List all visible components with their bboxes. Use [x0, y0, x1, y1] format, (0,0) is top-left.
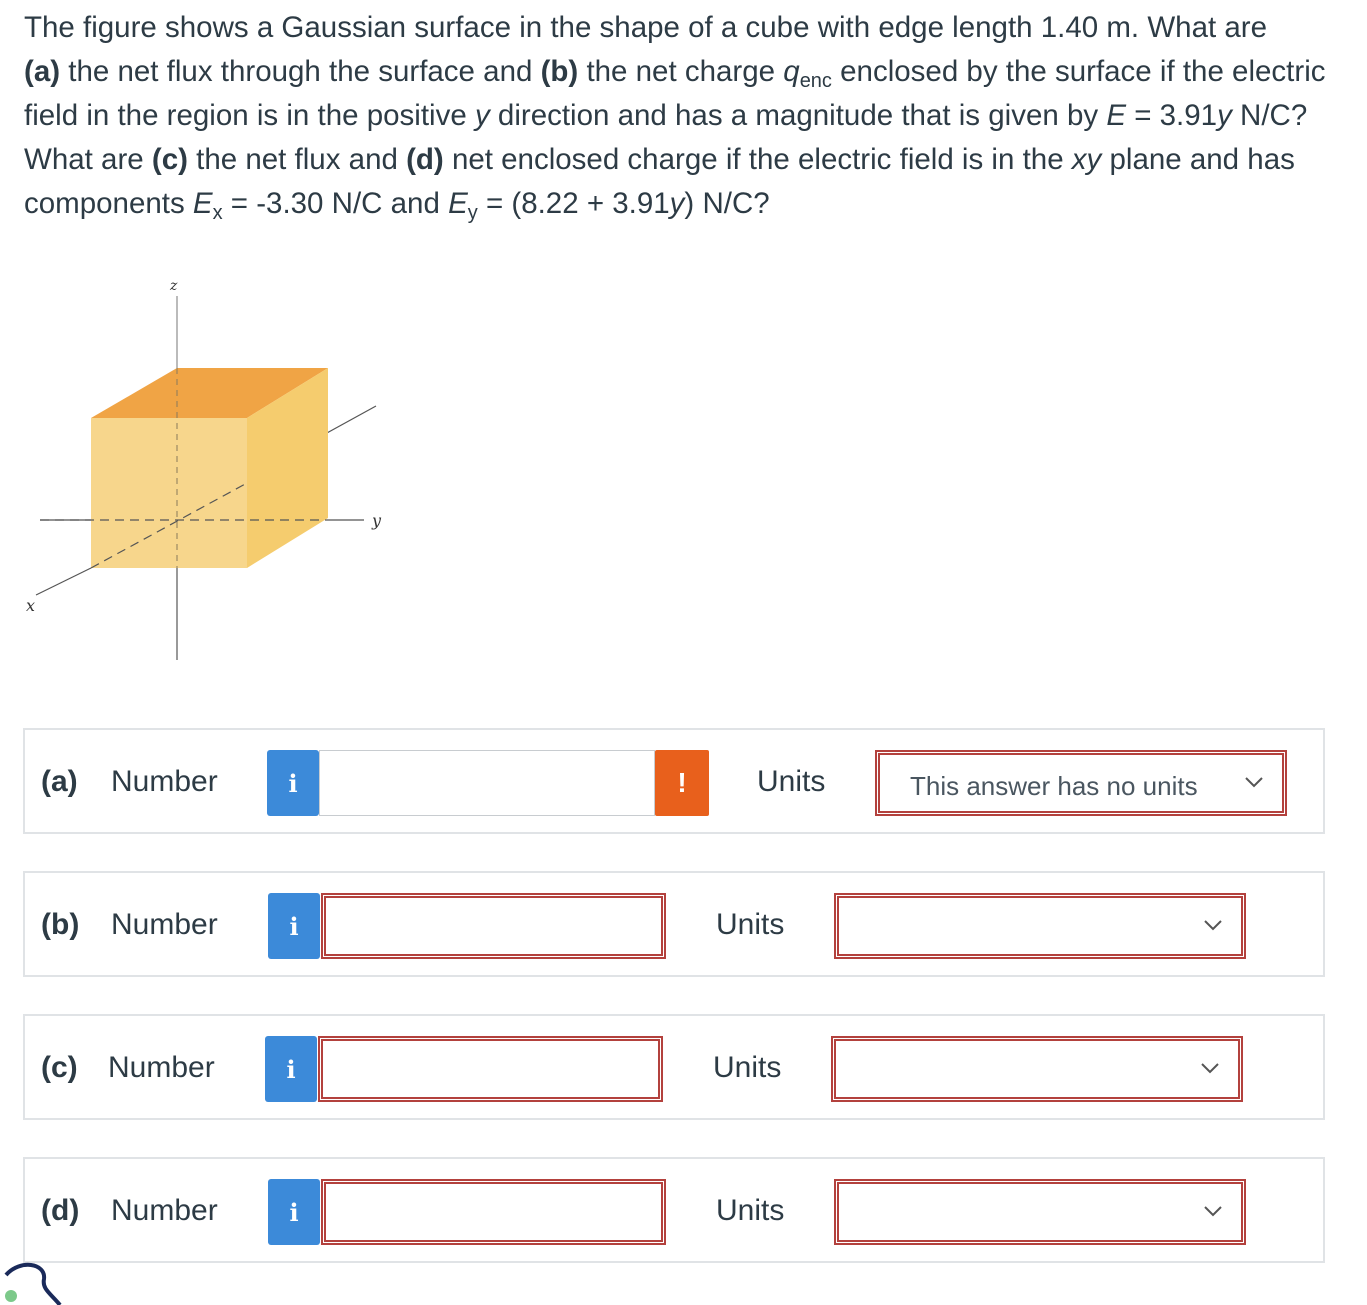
units-select-d[interactable]	[834, 1179, 1246, 1245]
axis-label-z: z	[169, 278, 178, 294]
assistant-widget-icon[interactable]	[0, 1255, 80, 1305]
number-label: Number	[111, 765, 218, 798]
axis-label-x: x	[26, 596, 35, 615]
info-button[interactable]: i	[267, 750, 319, 816]
units-select-c[interactable]	[831, 1036, 1243, 1102]
chevron-down-icon	[1204, 1206, 1222, 1217]
question-text: The figure shows a Gaussian surface in t…	[24, 11, 1326, 224]
chevron-down-icon	[1204, 920, 1222, 931]
number-label: Number	[111, 908, 218, 941]
info-button[interactable]: i	[265, 1036, 317, 1102]
part-c-ref: (c)	[151, 143, 188, 176]
number-label: Number	[108, 1051, 215, 1084]
part-d-ref: (d)	[406, 143, 444, 176]
number-input-b[interactable]	[321, 893, 666, 959]
part-a-ref: (a)	[24, 55, 61, 88]
part-label: (c)	[41, 1051, 78, 1084]
axis-label-y: y	[371, 511, 382, 530]
number-input-a[interactable]	[319, 750, 655, 816]
units-select-a[interactable]: This answer has no units	[875, 750, 1287, 816]
cube-diagram: z y x	[26, 278, 382, 660]
number-input-d[interactable]	[321, 1179, 666, 1245]
units-select-b[interactable]	[834, 893, 1246, 959]
answer-row-c: (c) Number i Units	[23, 1014, 1325, 1120]
answer-row-d: (d) Number i Units	[23, 1157, 1325, 1263]
number-label: Number	[111, 1194, 218, 1227]
x-axis-front	[35, 567, 92, 596]
part-b-ref: (b)	[540, 55, 579, 88]
answer-row-b: (b) Number i Units	[23, 871, 1325, 977]
answer-row-a: (a) Number i ! Units This answer has no …	[23, 728, 1325, 834]
units-select-value: This answer has no units	[910, 771, 1198, 801]
cube-front-face	[91, 418, 247, 568]
part-label: (b)	[41, 908, 80, 941]
warning-button[interactable]: !	[655, 750, 709, 816]
units-label: Units	[757, 765, 826, 798]
units-label: Units	[716, 908, 785, 941]
gaussian-cube-figure: z y x	[24, 268, 404, 668]
chevron-down-icon	[1201, 1063, 1219, 1074]
part-label: (d)	[41, 1194, 80, 1227]
number-input-c[interactable]	[318, 1036, 663, 1102]
part-label: (a)	[41, 765, 78, 798]
info-button[interactable]: i	[268, 1179, 320, 1245]
units-label: Units	[713, 1051, 782, 1084]
info-button[interactable]: i	[268, 893, 320, 959]
chevron-down-icon	[1245, 777, 1263, 788]
units-label: Units	[716, 1194, 785, 1227]
